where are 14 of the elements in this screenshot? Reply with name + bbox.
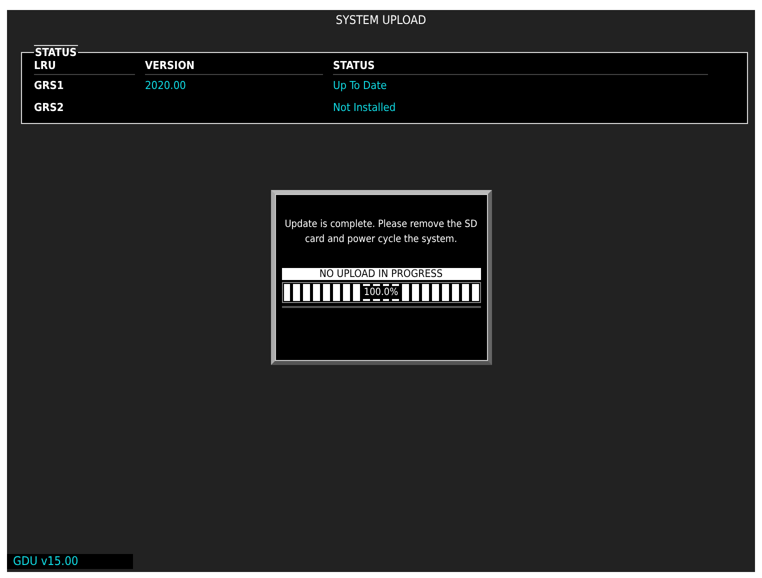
table-cell-text: GRS1 [34,78,65,94]
panel-legend: STATUS [34,45,78,59]
table-cell-text: GRS2 [34,100,65,116]
column-header: STATUS [333,59,708,75]
software-version: GDU v15.00 [7,554,133,569]
table-cell: 2020.00 [145,79,186,92]
column-header: LRU [34,59,135,75]
progress-label: NO UPLOAD IN PROGRESS [282,268,480,280]
table-cell: Up To Date [333,79,387,92]
dialog-message: Update is complete. Please remove the SD card and power cycle the system. [284,218,478,247]
column-header: VERSION [145,59,323,75]
page-title: SYSTEM UPLOAD [336,13,426,27]
progress-reading: 100.0% [362,286,400,299]
table-cell: Not Installed [333,101,396,114]
